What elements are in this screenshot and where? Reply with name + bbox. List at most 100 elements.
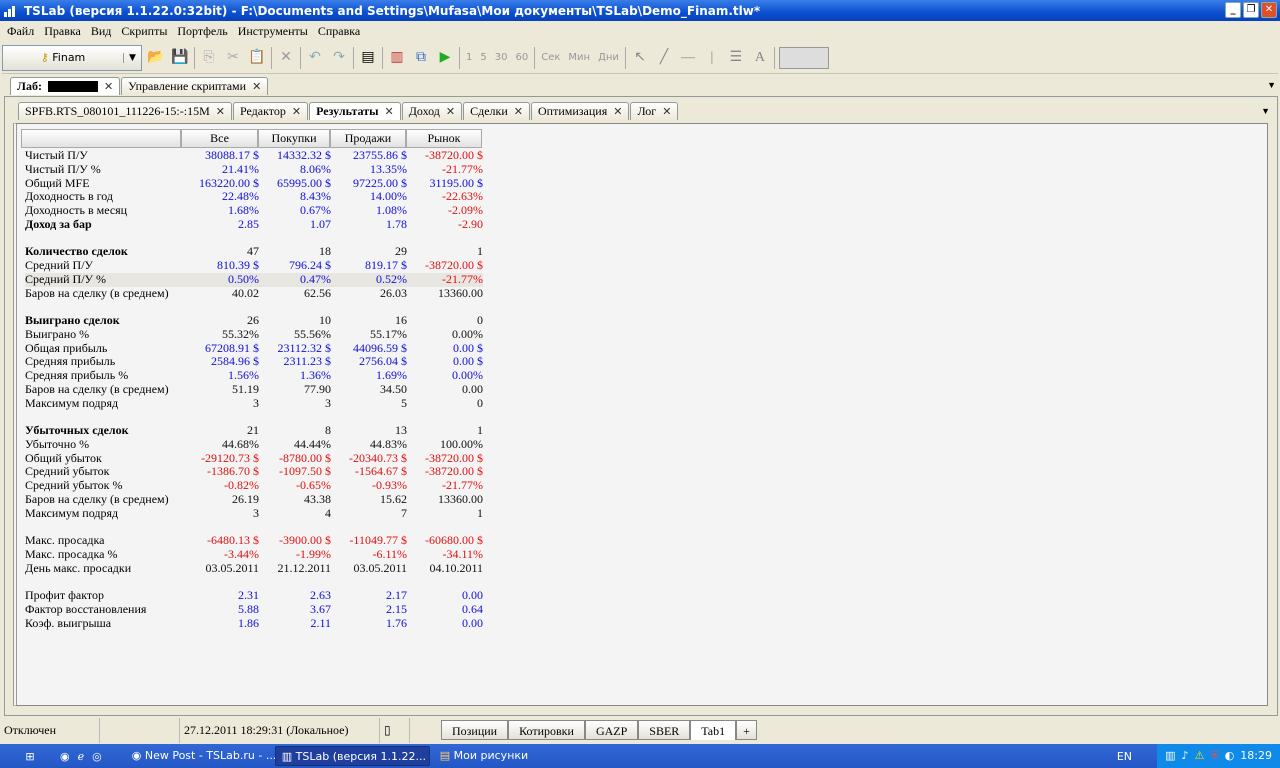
task-new-post[interactable]: ◉ New Post - TSLab.ru - ... bbox=[126, 746, 277, 766]
restore-button[interactable]: ❐ bbox=[1243, 2, 1259, 18]
table-row[interactable]: Выиграно сделок 26 10 16 0 bbox=[25, 313, 483, 328]
table-row[interactable]: Средний убыток % -0.82% -0.65% -0.93% -21.77… bbox=[25, 478, 483, 493]
text-icon[interactable]: A bbox=[750, 48, 770, 68]
add-tab-button[interactable]: + bbox=[736, 720, 757, 740]
antivirus-tray-icon[interactable]: ⛨ bbox=[1210, 744, 1218, 768]
table-row[interactable]: Убыточных сделок 21 8 13 1 bbox=[25, 423, 483, 438]
chart-icon[interactable]: ▥ bbox=[387, 48, 407, 68]
tab-instrument[interactable]: SPFB.RTS_080101_111226-15:-:15M ✕ bbox=[18, 102, 232, 120]
opera-icon[interactable]: ◎ bbox=[92, 750, 102, 763]
provider-select[interactable]: ⚷ Finam ▼ bbox=[2, 44, 142, 71]
table-row[interactable]: Средняя прибыль % 1.56% 1.36% 1.69% 0.00% bbox=[25, 368, 483, 383]
table-row[interactable]: Максимум подряд 3 3 5 0 bbox=[25, 396, 483, 411]
close-icon[interactable]: ✕ bbox=[446, 105, 455, 118]
interval-5[interactable]: 5 bbox=[478, 52, 488, 63]
fibo-icon[interactable]: ☰ bbox=[726, 48, 746, 68]
table-row[interactable]: Средний П/У % 0.50% 0.47% 0.52% -21.77% bbox=[25, 272, 483, 287]
redo-icon[interactable]: ↷ bbox=[329, 48, 349, 68]
undo-icon[interactable]: ↶ bbox=[305, 48, 325, 68]
table-row[interactable]: Количество сделок 47 18 29 1 bbox=[25, 244, 483, 259]
table-row[interactable]: Убыточно % 44.68% 44.44% 44.83% 100.00% bbox=[25, 437, 483, 452]
table-row[interactable]: Общий MFE 163220.00 $ 65995.00 $ 97225.00 $… bbox=[25, 176, 483, 191]
close-icon[interactable]: ✕ bbox=[514, 105, 523, 118]
menu-tools[interactable]: Инструменты bbox=[233, 24, 313, 39]
table-row[interactable]: Чистый П/У 38088.17 $ 14332.32 $ 23755.86 $… bbox=[25, 148, 483, 163]
interval-1[interactable]: 1 bbox=[464, 52, 474, 63]
cursor-icon[interactable]: ↖ bbox=[630, 48, 650, 68]
table-row[interactable]: Средний П/У 810.39 $ 796.24 $ 819.17 $ -3872… bbox=[25, 258, 483, 273]
close-icon[interactable]: ✕ bbox=[292, 105, 301, 118]
line-icon[interactable]: ╱ bbox=[654, 48, 674, 68]
tab-trades[interactable]: Сделки ✕ bbox=[463, 102, 531, 120]
inner-tabs-menu-icon[interactable]: ▼ bbox=[1261, 106, 1270, 116]
notes-icon[interactable]: ▯ bbox=[380, 718, 410, 743]
network-tray-icon[interactable]: ◐ bbox=[1225, 744, 1235, 768]
properties-icon[interactable]: ▤ bbox=[358, 48, 378, 68]
header-all[interactable]: Все bbox=[181, 129, 258, 148]
tab-script-management[interactable]: Управление скриптами ✕ bbox=[121, 77, 269, 95]
ie-icon[interactable]: ℯ bbox=[78, 750, 85, 763]
save-icon[interactable]: 💾 bbox=[170, 48, 190, 68]
close-icon[interactable]: ✕ bbox=[104, 80, 113, 93]
tab-lab[interactable]: Лаб: ✕ bbox=[10, 77, 121, 95]
tabs-menu-icon[interactable]: ▼ bbox=[1267, 80, 1276, 90]
menu-portfolio[interactable]: Портфель bbox=[172, 24, 232, 39]
table-row[interactable]: Средняя прибыль 2584.96 $ 2311.23 $ 2756.04… bbox=[25, 354, 483, 369]
table-row[interactable]: Чистый П/У % 21.41% 8.06% 13.35% -21.77% bbox=[25, 162, 483, 177]
language-indicator[interactable]: EN bbox=[1117, 750, 1132, 763]
tab-positions[interactable]: Позиции bbox=[441, 720, 509, 740]
unit-min[interactable]: Мин bbox=[566, 52, 592, 63]
table-row[interactable]: Баров на сделку (в среднем) 26.19 43.38 15.… bbox=[25, 492, 483, 507]
tab-tab1[interactable]: Tab1 bbox=[690, 720, 737, 740]
tab-income[interactable]: Доход ✕ bbox=[401, 102, 463, 120]
copy-icon[interactable]: ⎘ bbox=[199, 48, 219, 68]
color-picker[interactable] bbox=[778, 46, 829, 69]
interval-30[interactable]: 30 bbox=[493, 52, 510, 63]
close-icon[interactable]: ✕ bbox=[613, 105, 622, 118]
table-row[interactable]: Максимум подряд 3 4 7 1 bbox=[25, 506, 483, 521]
start-icon[interactable]: ⊞ bbox=[0, 750, 60, 763]
menu-scripts[interactable]: Скрипты bbox=[116, 24, 172, 39]
run-icon[interactable]: ▶ bbox=[435, 48, 455, 68]
tab-results[interactable]: Результаты ✕ bbox=[309, 102, 401, 120]
table-row[interactable]: Средний убыток -1386.70 $ -1097.50 $ -1564.… bbox=[25, 464, 483, 479]
task-my-pictures[interactable]: ▤ Мои рисунки bbox=[434, 746, 534, 766]
table-row[interactable]: Профит фактор 2.31 2.63 2.17 0.00 bbox=[25, 588, 483, 603]
tab-log[interactable]: Лог ✕ bbox=[630, 102, 679, 120]
table-row[interactable]: Баров на сделку (в среднем) 51.19 77.90 34.… bbox=[25, 382, 483, 397]
tab-editor[interactable]: Редактор ✕ bbox=[232, 102, 309, 120]
scheme-icon[interactable]: ⧉ bbox=[411, 48, 431, 68]
paste-icon[interactable]: 📋 bbox=[247, 48, 267, 68]
cut-icon[interactable]: ✂ bbox=[223, 48, 243, 68]
vline-icon[interactable]: | bbox=[702, 48, 722, 68]
tab-gazp[interactable]: GAZP bbox=[584, 720, 639, 740]
minimize-button[interactable]: _ bbox=[1225, 2, 1241, 18]
close-icon[interactable]: ✕ bbox=[384, 105, 393, 118]
header-buys[interactable]: Покупки bbox=[258, 129, 330, 148]
chrome-icon[interactable]: ◉ bbox=[60, 750, 70, 763]
table-row[interactable]: Выиграно % 55.32% 55.56% 55.17% 0.00% bbox=[25, 327, 483, 342]
header-market[interactable]: Рынок bbox=[406, 129, 482, 148]
close-icon[interactable]: ✕ bbox=[252, 80, 261, 93]
interval-60[interactable]: 60 bbox=[513, 52, 530, 63]
unit-sec[interactable]: Сек bbox=[539, 52, 562, 63]
tslab-tray-icon[interactable]: ▥ bbox=[1165, 744, 1175, 768]
tab-quotes[interactable]: Котировки bbox=[508, 720, 585, 740]
table-row[interactable]: Фактор восстановления 5.88 3.67 2.15 0.64 bbox=[25, 602, 483, 617]
table-row[interactable]: Макс. просадка % -3.44% -1.99% -6.11% -34.11… bbox=[25, 547, 483, 562]
menu-view[interactable]: Вид bbox=[86, 24, 117, 39]
menu-file[interactable]: Файл bbox=[2, 24, 39, 39]
audio-tray-icon[interactable]: ♪ bbox=[1182, 744, 1189, 768]
table-row[interactable]: Макс. просадка -6480.13 $ -3900.00 $ -11049… bbox=[25, 533, 483, 548]
unit-days[interactable]: Дни bbox=[596, 52, 621, 63]
table-row[interactable]: День макс. просадки 03.05.2011 21.12.2011 0… bbox=[25, 561, 483, 576]
header-sells[interactable]: Продажи bbox=[330, 129, 406, 148]
tab-sber[interactable]: SBER bbox=[638, 720, 691, 740]
table-row[interactable]: Баров на сделку (в среднем) 40.02 62.56 26.… bbox=[25, 286, 483, 301]
close-button[interactable]: ✕ bbox=[1261, 2, 1277, 18]
delete-icon[interactable]: ✕ bbox=[276, 48, 296, 68]
tab-optimization[interactable]: Оптимизация ✕ bbox=[531, 102, 630, 120]
table-row[interactable]: Общий убыток -29120.73 $ -8780.00 $ -20340.… bbox=[25, 451, 483, 466]
chevron-down-icon[interactable]: ▼ bbox=[123, 52, 141, 63]
table-row[interactable]: Коэф. выигрыша 1.86 2.11 1.76 0.00 bbox=[25, 616, 483, 631]
